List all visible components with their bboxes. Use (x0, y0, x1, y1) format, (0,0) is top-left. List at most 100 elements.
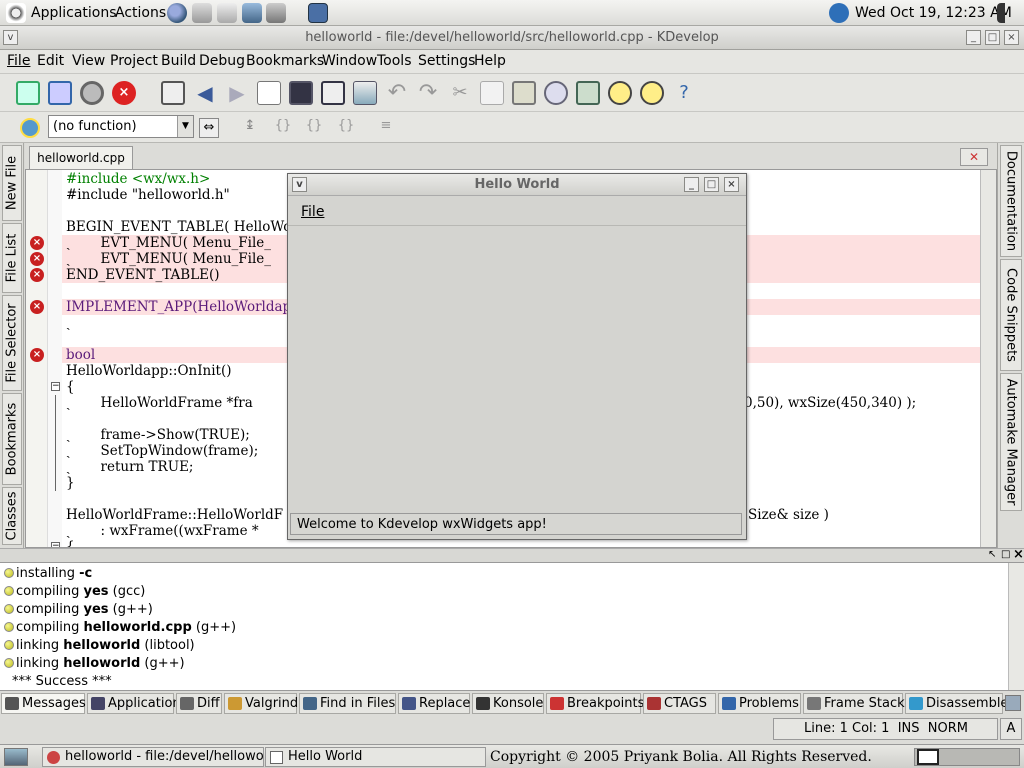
redo-icon[interactable]: ↷ (416, 81, 440, 105)
task-hello-world[interactable]: Hello World (265, 747, 486, 767)
forward-icon[interactable]: ▶ (225, 81, 249, 105)
whats-this-help-icon[interactable]: ? (672, 81, 696, 105)
paste-icon[interactable] (512, 81, 536, 105)
find-icon[interactable] (544, 81, 568, 105)
menu-view[interactable]: View (72, 53, 105, 69)
menu-settings[interactable]: Settings (418, 53, 475, 69)
back-icon[interactable]: ◀ (193, 81, 217, 105)
build-settings-gear-icon[interactable] (80, 81, 104, 105)
window-list-icon[interactable] (308, 3, 328, 23)
tab-konsole[interactable]: Konsole (472, 693, 544, 714)
dialog-minimize-button[interactable]: _ (684, 177, 699, 192)
clock[interactable]: Wed Oct 19, 12:23 AM (855, 5, 1012, 21)
tab-documentation[interactable]: Documentation (1000, 145, 1022, 257)
error-marker-icon[interactable]: × (30, 236, 44, 250)
block-scope-icon[interactable]: {} (336, 118, 356, 138)
zoom-out-icon[interactable] (640, 81, 664, 105)
save-icon[interactable] (289, 81, 313, 105)
zoom-in-icon[interactable] (608, 81, 632, 105)
switch-header-icon[interactable]: ⇔ (199, 118, 219, 138)
tab-classes[interactable]: Classes (2, 487, 22, 545)
writer-launcher-icon[interactable] (217, 3, 237, 23)
stop-icon[interactable]: × (112, 81, 136, 105)
undock-icon[interactable]: ↖ (988, 549, 996, 560)
dialog-close-button[interactable]: × (724, 177, 739, 192)
tab-file-list[interactable]: File List (2, 223, 22, 293)
document-icon[interactable]: ≡ (376, 118, 396, 138)
tab-application[interactable]: Application (87, 693, 181, 714)
workspace-1-icon[interactable] (917, 749, 939, 765)
tab-messages[interactable]: Messages (1, 693, 86, 714)
menu-file[interactable]: File (7, 53, 30, 69)
error-marker-icon[interactable]: × (30, 348, 44, 362)
dialog-maximize-button[interactable]: □ (704, 177, 719, 192)
tab-automake-manager[interactable]: Automake Manager (1000, 373, 1022, 511)
menu-build[interactable]: Build (161, 53, 196, 69)
undo-icon[interactable]: ↶ (385, 81, 409, 105)
close-document-icon[interactable]: ✕ (960, 148, 988, 166)
menu-project[interactable]: Project (110, 53, 158, 69)
menu-bookmarks[interactable]: Bookmarks (246, 53, 324, 69)
error-marker-icon[interactable]: × (30, 268, 44, 282)
tab-code-snippets[interactable]: Code Snippets (1000, 259, 1022, 371)
sort-icon[interactable]: ↨ (240, 118, 260, 138)
more-tabs-icon[interactable] (1005, 695, 1021, 711)
tab-ctags[interactable]: CTAGS (643, 693, 716, 714)
gnome-foot-icon[interactable] (6, 3, 26, 23)
tab-diff[interactable]: Diff (176, 693, 222, 714)
screenshot-launcher-icon[interactable] (266, 3, 286, 23)
browser-launcher-icon[interactable] (167, 3, 187, 23)
save-all-icon[interactable] (321, 81, 345, 105)
message-item[interactable]: linking helloworld (g++) (4, 655, 185, 673)
block-up-icon[interactable]: {} (273, 118, 293, 138)
tab-problems[interactable]: Problems (718, 693, 801, 714)
messages-scrollbar[interactable] (1008, 563, 1024, 690)
tab-disassemble[interactable]: Disassemble (905, 693, 1008, 714)
tab-new-file[interactable]: New File (2, 145, 22, 221)
message-item[interactable]: compiling yes (gcc) (4, 583, 145, 601)
tab-find-in-files[interactable]: Find in Files (299, 693, 396, 714)
tab-file-selector[interactable]: File Selector (2, 295, 22, 391)
minimize-button[interactable]: _ (966, 30, 981, 45)
presentation-launcher-icon[interactable] (242, 3, 262, 23)
tab-breakpoints[interactable]: Breakpoints (546, 693, 644, 714)
tab-bookmarks[interactable]: Bookmarks (2, 393, 22, 485)
update-notifier-icon[interactable] (829, 3, 849, 23)
maximize-button[interactable]: □ (985, 30, 1000, 45)
tab-valgrind[interactable]: Valgrind (224, 693, 298, 714)
window-menu-button[interactable]: v (3, 30, 18, 45)
task-kdevelop[interactable]: helloworld - file:/devel/helloworld/s (42, 747, 264, 767)
error-marker-icon[interactable]: × (30, 300, 44, 314)
tab-replace[interactable]: Replace (398, 693, 470, 714)
close-button[interactable]: × (1004, 30, 1019, 45)
cut-icon[interactable]: ✂ (448, 81, 472, 105)
menu-tools[interactable]: Tools (377, 53, 412, 69)
dialog-menu-button[interactable]: v (292, 177, 307, 192)
mail-launcher-icon[interactable] (192, 3, 212, 23)
class-browser-icon[interactable] (20, 118, 40, 138)
open-file-icon[interactable] (161, 81, 185, 105)
print-icon[interactable] (353, 81, 377, 105)
panel-splitter[interactable]: ↖ □ × (0, 547, 1024, 562)
tab-frame-stack[interactable]: Frame Stack (803, 693, 905, 714)
function-select[interactable]: (no function) ▼ (48, 115, 194, 138)
editor-scrollbar[interactable] (980, 170, 996, 547)
menu-window[interactable]: Window (322, 53, 377, 69)
actions-menu[interactable]: Actions (115, 5, 166, 21)
show-desktop-icon[interactable] (4, 748, 28, 766)
menu-debug[interactable]: Debug (199, 53, 245, 69)
tab-helloworld-cpp[interactable]: helloworld.cpp (29, 146, 133, 169)
error-marker-icon[interactable]: × (30, 252, 44, 266)
hello-world-window[interactable]: v Hello World _ □ × File Welcome to Kdev… (287, 173, 747, 540)
close-panel-icon[interactable]: × (1013, 547, 1024, 562)
message-item[interactable]: compiling helloworld.cpp (g++) (4, 619, 236, 637)
window-title-bar[interactable]: v helloworld - file:/devel/helloworld/sr… (0, 26, 1024, 50)
build-icon[interactable] (48, 81, 72, 105)
maximize-panel-icon[interactable]: □ (1001, 549, 1010, 560)
block-down-icon[interactable]: {} (304, 118, 324, 138)
menu-edit[interactable]: Edit (37, 53, 64, 69)
find-in-files-icon[interactable] (576, 81, 600, 105)
new-file-icon[interactable] (257, 81, 281, 105)
copy-icon[interactable] (480, 81, 504, 105)
dialog-menu-file[interactable]: File (301, 204, 324, 220)
